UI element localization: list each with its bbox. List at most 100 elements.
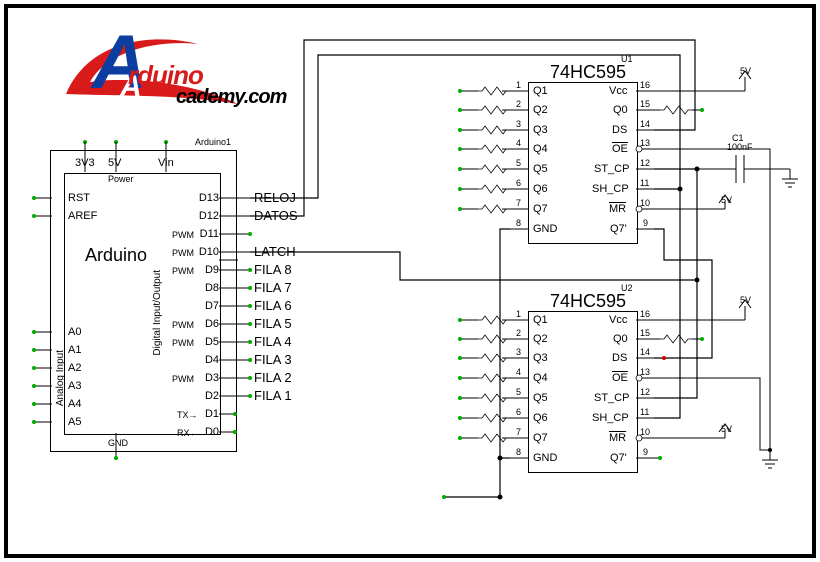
u1-lnum4: 4	[516, 138, 521, 148]
u2-lnum8: 8	[516, 447, 521, 457]
u2-lnum7: 7	[516, 427, 521, 437]
u1-r6: SH_CP	[592, 183, 629, 195]
u2-rnum13: 13	[640, 367, 650, 377]
rx-d0: RX←	[177, 428, 199, 438]
u2-l6: Q6	[533, 412, 548, 424]
arduino-ref: Arduino1	[195, 137, 231, 147]
pin-rst: RST	[68, 192, 90, 204]
pwm-d5: PWM	[172, 338, 194, 348]
u2-lnum4: 4	[516, 367, 521, 377]
u1-lnum2: 2	[516, 99, 521, 109]
pwm-d10: PWM	[172, 248, 194, 258]
net-fila3: FILA 3	[254, 352, 292, 367]
u1-l7: Q7	[533, 203, 548, 215]
net-fila7: FILA 7	[254, 280, 292, 295]
pin-d7: D7	[189, 300, 219, 312]
u1-r8: Q7'	[610, 223, 627, 235]
u1-l6: Q6	[533, 183, 548, 195]
vcc-u1-vcc: 5V	[740, 66, 751, 76]
u1-r4: OE	[612, 143, 628, 155]
u2-l1: Q1	[533, 314, 548, 326]
u2-l7: Q7	[533, 432, 548, 444]
u1-rnum15: 15	[640, 99, 650, 109]
vcc-u2-vcc: 5V	[740, 295, 751, 305]
net-fila2: FILA 2	[254, 370, 292, 385]
pin-aref: AREF	[68, 210, 97, 222]
u1-l4: Q4	[533, 143, 548, 155]
u2-rnum14: 14	[640, 347, 650, 357]
net-reloj: RELOJ	[254, 190, 296, 205]
u2-part: 74HC595	[550, 291, 626, 312]
u2-l5: Q5	[533, 392, 548, 404]
pin-a4: A4	[68, 398, 81, 410]
u1-r3: DS	[612, 124, 627, 136]
u1-l5: Q5	[533, 163, 548, 175]
u2-lnum1: 1	[516, 309, 521, 319]
pin-a5: A5	[68, 416, 81, 428]
u2-lnum2: 2	[516, 328, 521, 338]
pin-a2: A2	[68, 362, 81, 374]
pin-d12: D12	[189, 210, 219, 222]
vcc-u2-mr: 5V	[721, 424, 732, 434]
arduino-title: Arduino	[85, 245, 147, 266]
u2-rnum10: 10	[640, 427, 650, 437]
u2-lnum3: 3	[516, 347, 521, 357]
pin-d8: D8	[189, 282, 219, 294]
u2-rnum12: 12	[640, 387, 650, 397]
u2-rnum11: 11	[640, 407, 649, 417]
u1-lnum6: 6	[516, 178, 521, 188]
u2-l2: Q2	[533, 333, 548, 345]
u2-rnum9: 9	[643, 447, 648, 457]
u2-r2: Q0	[613, 333, 628, 345]
u2-r5: ST_CP	[594, 392, 629, 404]
u2-r8: Q7'	[610, 452, 627, 464]
tx-d1: TX→	[177, 410, 198, 420]
vcc-u1-mr: 5V	[721, 195, 732, 205]
u1-rnum16: 16	[640, 80, 650, 90]
u2-lnum6: 6	[516, 407, 521, 417]
u2-r7: MR	[609, 432, 626, 444]
pwm-d11: PWM	[172, 230, 194, 240]
u1-l1: Q1	[533, 85, 548, 97]
pwm-d6: PWM	[172, 320, 194, 330]
u1-rnum10: 10	[640, 198, 650, 208]
u1-rnum12: 12	[640, 158, 650, 168]
u2-l8: GND	[533, 452, 557, 464]
u2-l3: Q3	[533, 352, 548, 364]
u1-lnum8: 8	[516, 218, 521, 228]
u1-lnum1: 1	[516, 80, 521, 90]
u1-rnum9: 9	[643, 218, 648, 228]
u2-lnum5: 5	[516, 387, 521, 397]
u1-r5: ST_CP	[594, 163, 629, 175]
u1-r1: Vcc	[609, 85, 627, 97]
u1-l3: Q3	[533, 124, 548, 136]
net-datos: DATOS	[254, 208, 298, 223]
u1-rnum14: 14	[640, 119, 650, 129]
net-fila6: FILA 6	[254, 298, 292, 313]
cap-val: 100nF	[727, 142, 753, 152]
u1-part: 74HC595	[550, 62, 626, 83]
logo-word-bottom: cademy.com	[176, 86, 286, 109]
pin-5v: 5V	[108, 157, 121, 169]
pwm-d3: PWM	[172, 374, 194, 384]
u2-r4: OE	[612, 372, 628, 384]
pin-a0: A0	[68, 326, 81, 338]
net-fila8: FILA 8	[254, 262, 292, 277]
u1-rnum11: 11	[640, 178, 649, 188]
pin-vin: Vin	[158, 157, 174, 169]
digital-section-label: Digital Input/Output	[152, 270, 163, 356]
u1-l2: Q2	[533, 104, 548, 116]
pwm-d9: PWM	[172, 266, 194, 276]
pin-d2: D2	[189, 390, 219, 402]
pin-a1: A1	[68, 344, 81, 356]
power-label: Power	[108, 174, 134, 184]
u1-r2: Q0	[613, 104, 628, 116]
u1-lnum5: 5	[516, 158, 521, 168]
analog-section-label: Analog Input	[55, 350, 66, 406]
u2-r6: SH_CP	[592, 412, 629, 424]
net-fila4: FILA 4	[254, 334, 292, 349]
brand-logo: A A rduino cademy.com	[58, 22, 308, 112]
u1-lnum7: 7	[516, 198, 521, 208]
u2-rnum16: 16	[640, 309, 650, 319]
u1-rnum13: 13	[640, 138, 650, 148]
